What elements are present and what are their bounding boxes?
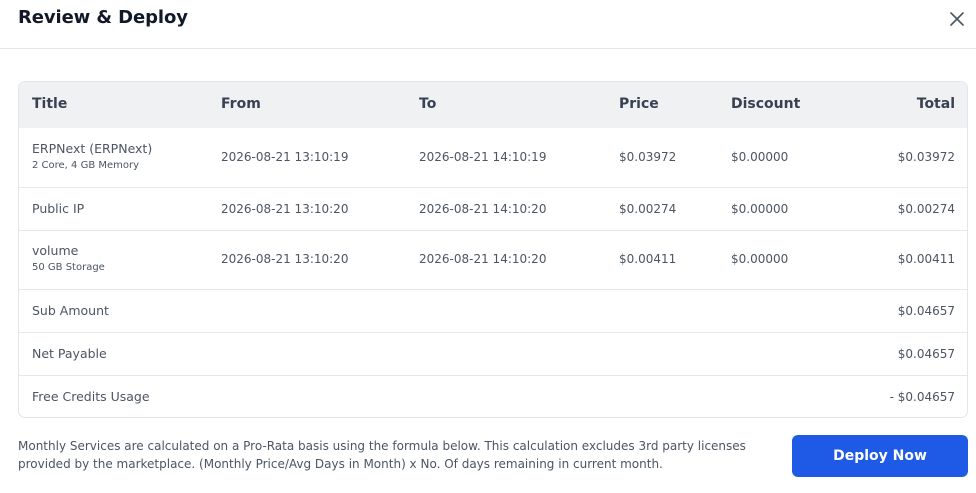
table-row: Public IP 2026-08-21 13:10:20 2026-08-21… [19,187,967,230]
item-to: 2026-08-21 14:10:20 [419,252,547,266]
item-subtitle: 2 Core, 4 GB Memory [32,160,140,171]
item-discount: $0.00000 [731,252,789,266]
item-discount: $0.00000 [731,150,789,164]
item-title: ERPNext (ERPNext) [32,141,153,156]
item-price: $0.00274 [619,202,677,216]
item-to: 2026-08-21 14:10:20 [419,202,547,216]
close-icon [950,12,964,26]
pro-rata-note-line-2: provided by the marketplace. (Monthly Pr… [18,457,663,471]
table-row: ERPNext (ERPNext) 2 Core, 4 GB Memory 20… [19,128,967,187]
header-discount: Discount [731,96,801,112]
table-header: Title From To Price Discount Total [19,82,967,128]
pricing-table: Title From To Price Discount Total ERPNe… [18,81,968,418]
summary-value: $0.04657 [897,347,955,361]
item-from: 2026-08-21 13:10:19 [221,150,349,164]
item-price: $0.00411 [619,252,677,266]
summary-label: Net Payable [32,346,107,361]
pro-rata-note: Monthly Services are calculated on a Pro… [18,437,768,473]
item-total: $0.03972 [897,150,955,164]
table-row: volume 50 GB Storage 2026-08-21 13:10:20… [19,230,967,289]
item-total: $0.00411 [897,252,955,266]
modal-header: Review & Deploy [0,0,976,49]
deploy-now-button[interactable]: Deploy Now [792,435,968,477]
item-title: Public IP [32,201,85,216]
summary-row-free-credits: Free Credits Usage - $0.04657 [19,375,967,417]
header-total: Total [916,96,955,112]
item-from: 2026-08-21 13:10:20 [221,252,349,266]
summary-value: $0.04657 [897,304,955,318]
close-button[interactable] [946,8,968,30]
summary-row-sub-amount: Sub Amount $0.04657 [19,289,967,332]
item-title: volume [32,243,79,258]
header-title: Title [32,96,68,112]
summary-value: - $0.04657 [889,390,955,404]
item-subtitle: 50 GB Storage [32,262,105,273]
modal-title: Review & Deploy [18,7,188,28]
summary-label: Free Credits Usage [32,389,150,404]
item-discount: $0.00000 [731,202,789,216]
header-to: To [419,96,437,112]
header-price: Price [619,96,659,112]
item-from: 2026-08-21 13:10:20 [221,202,349,216]
item-total: $0.00274 [897,202,955,216]
item-price: $0.03972 [619,150,677,164]
summary-label: Sub Amount [32,303,109,318]
pro-rata-note-line-1: Monthly Services are calculated on a Pro… [18,439,746,453]
summary-row-net-payable: Net Payable $0.04657 [19,332,967,375]
header-from: From [221,96,261,112]
item-to: 2026-08-21 14:10:19 [419,150,547,164]
